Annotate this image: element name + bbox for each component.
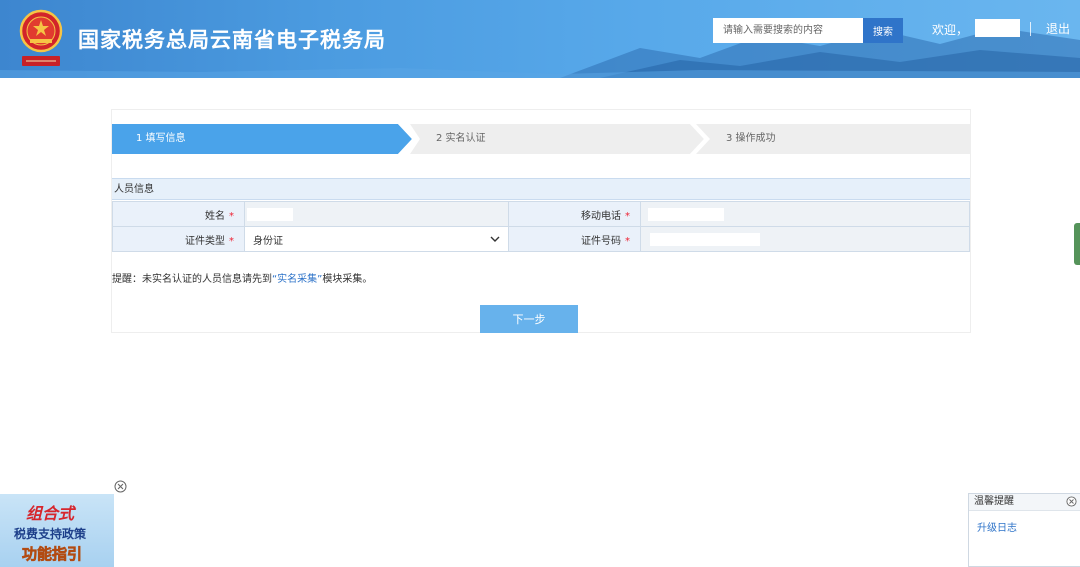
search-input[interactable]: [713, 18, 863, 43]
welcome-text: 欢迎，: [932, 23, 969, 37]
person-info-form: 姓名 * 移动电话 * 证件类型 * 身份证 证件号码 *: [112, 201, 970, 252]
chevron-down-icon: [490, 236, 500, 242]
real-name-collect-link[interactable]: “实名采集”: [272, 274, 322, 285]
main-panel: 1 填写信息 2 实名认证 3 操作成功 人员信息 姓名 * 移动电话 * 证件类型…: [111, 109, 971, 333]
side-scroll-tab[interactable]: [1074, 223, 1080, 265]
required-mark: *: [625, 235, 630, 247]
id-type-label: 证件类型 *: [112, 226, 245, 252]
tax-emblem-logo: [16, 8, 66, 70]
ad-subtitle: 税费支持政策: [14, 527, 87, 541]
required-mark: *: [625, 210, 630, 222]
username-display: [975, 19, 1020, 37]
logout-link[interactable]: 退出: [1046, 20, 1070, 37]
required-mark: *: [229, 210, 234, 222]
section-title: 人员信息: [112, 178, 970, 200]
step-progress: 1 填写信息 2 实名认证 3 操作成功: [112, 124, 970, 154]
id-type-select[interactable]: 身份证: [245, 227, 508, 251]
next-step-button[interactable]: 下一步: [480, 305, 578, 333]
close-icon[interactable]: [114, 480, 127, 493]
step-3-success: 3 操作成功: [726, 133, 776, 144]
phone-cell: [640, 201, 970, 227]
phone-input[interactable]: [648, 207, 724, 221]
ad-guide-text: 功能指引: [22, 545, 83, 564]
upgrade-log-link[interactable]: 升级日志: [969, 511, 1080, 542]
step-2-real-name: 2 实名认证: [436, 133, 486, 144]
id-number-input[interactable]: [650, 232, 760, 246]
step-1-fill-info: 1 填写信息: [136, 133, 186, 144]
required-mark: *: [229, 235, 234, 247]
id-type-cell: 身份证: [244, 226, 509, 252]
search-button[interactable]: 搜索: [863, 18, 903, 43]
ad-title: 组合式: [26, 504, 75, 523]
header-divider: [1030, 22, 1031, 36]
notice-text: 提醒：未实名认证的人员信息请先到“实名采集”模块采集。: [112, 274, 373, 285]
id-number-label: 证件号码 *: [508, 226, 641, 252]
reminder-box: 温馨提醒 升级日志: [968, 493, 1080, 567]
name-input[interactable]: [247, 207, 293, 221]
reminder-header: 温馨提醒: [969, 494, 1080, 511]
header-banner: 国家税务总局云南省电子税务局 搜索 欢迎， 退出: [0, 0, 1080, 78]
name-label: 姓名 *: [112, 201, 245, 227]
site-title: 国家税务总局云南省电子税务局: [78, 28, 386, 52]
policy-guide-ad[interactable]: 组合式 税费支持政策 功能指引: [0, 494, 114, 567]
close-icon[interactable]: [1066, 496, 1077, 507]
id-number-cell: [640, 226, 970, 252]
phone-label: 移动电话 *: [508, 201, 641, 227]
name-cell: [244, 201, 509, 227]
